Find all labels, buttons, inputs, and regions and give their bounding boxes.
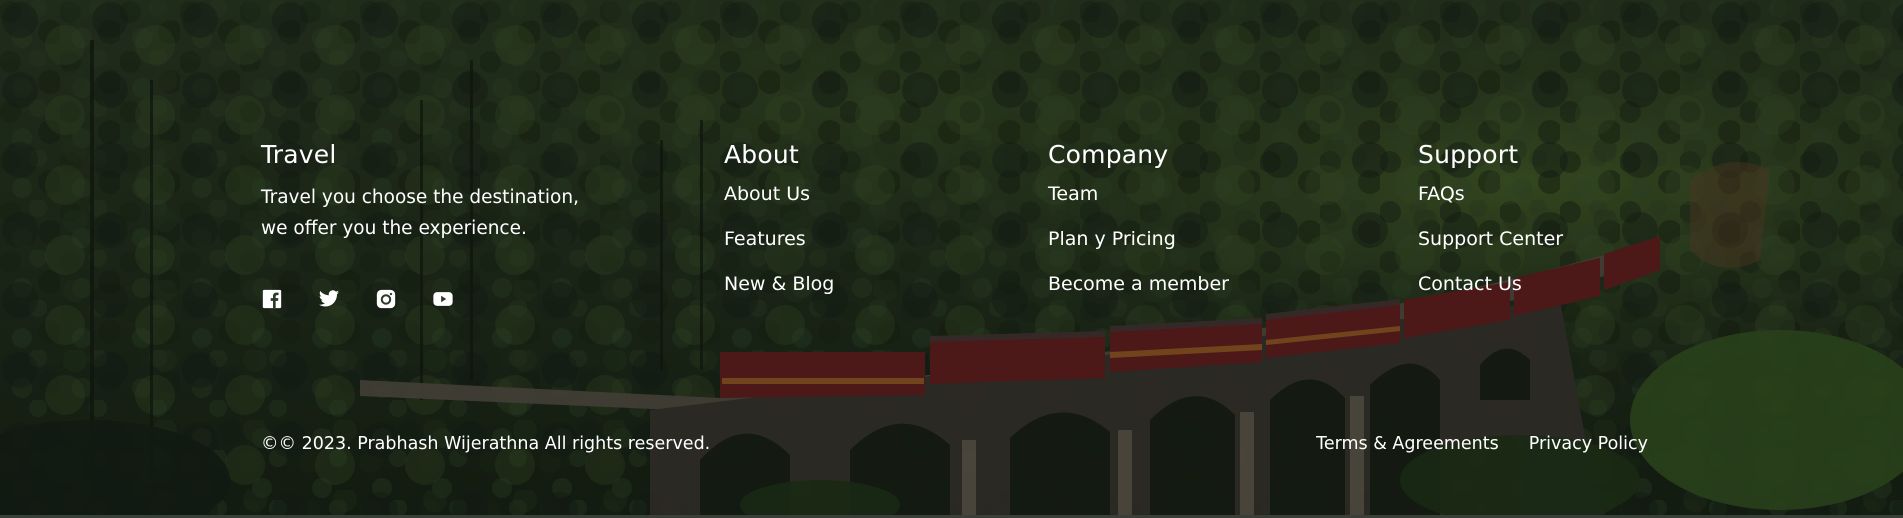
link-privacy-policy[interactable]: Privacy Policy [1529,432,1648,456]
link-terms-agreements[interactable]: Terms & Agreements [1316,432,1499,456]
instagram-icon[interactable] [375,288,397,310]
link-faqs[interactable]: FAQs [1418,182,1563,206]
copyright-text: ©© 2023. Prabhash Wijerathna All rights … [261,434,711,454]
brand-column: Travel Travel you choose the destination… [261,138,591,244]
brand-tagline: Travel you choose the destination, we of… [261,182,591,244]
brand-title: Travel [261,140,337,169]
support-title: Support [1418,140,1519,169]
twitter-icon[interactable] [318,288,340,310]
link-contact-us[interactable]: Contact Us [1418,272,1563,296]
company-links: Team Plan y Pricing Become a member [1048,182,1229,296]
link-news-blog[interactable]: New & Blog [724,272,834,296]
link-support-center[interactable]: Support Center [1418,227,1563,251]
social-links [261,288,454,310]
link-become-member[interactable]: Become a member [1048,272,1229,296]
about-links: About Us Features New & Blog [724,182,834,296]
link-team[interactable]: Team [1048,182,1229,206]
support-column: Support FAQs Support Center Contact Us [1418,138,1563,317]
about-title: About [724,140,799,169]
company-title: Company [1048,140,1169,169]
legal-links: Terms & Agreements Privacy Policy [1316,432,1648,456]
site-footer: Travel Travel you choose the destination… [0,0,1903,518]
brand-tagline-line2: we offer you the experience. [261,218,527,239]
link-about-us[interactable]: About Us [724,182,834,206]
brand-tagline-line1: Travel you choose the destination, [261,187,579,208]
link-features[interactable]: Features [724,227,834,251]
youtube-icon[interactable] [432,288,454,310]
company-column: Company Team Plan y Pricing Become a mem… [1048,138,1229,317]
about-column: About About Us Features New & Blog [724,138,834,317]
facebook-icon[interactable] [261,288,283,310]
support-links: FAQs Support Center Contact Us [1418,182,1563,296]
link-plan-pricing[interactable]: Plan y Pricing [1048,227,1229,251]
